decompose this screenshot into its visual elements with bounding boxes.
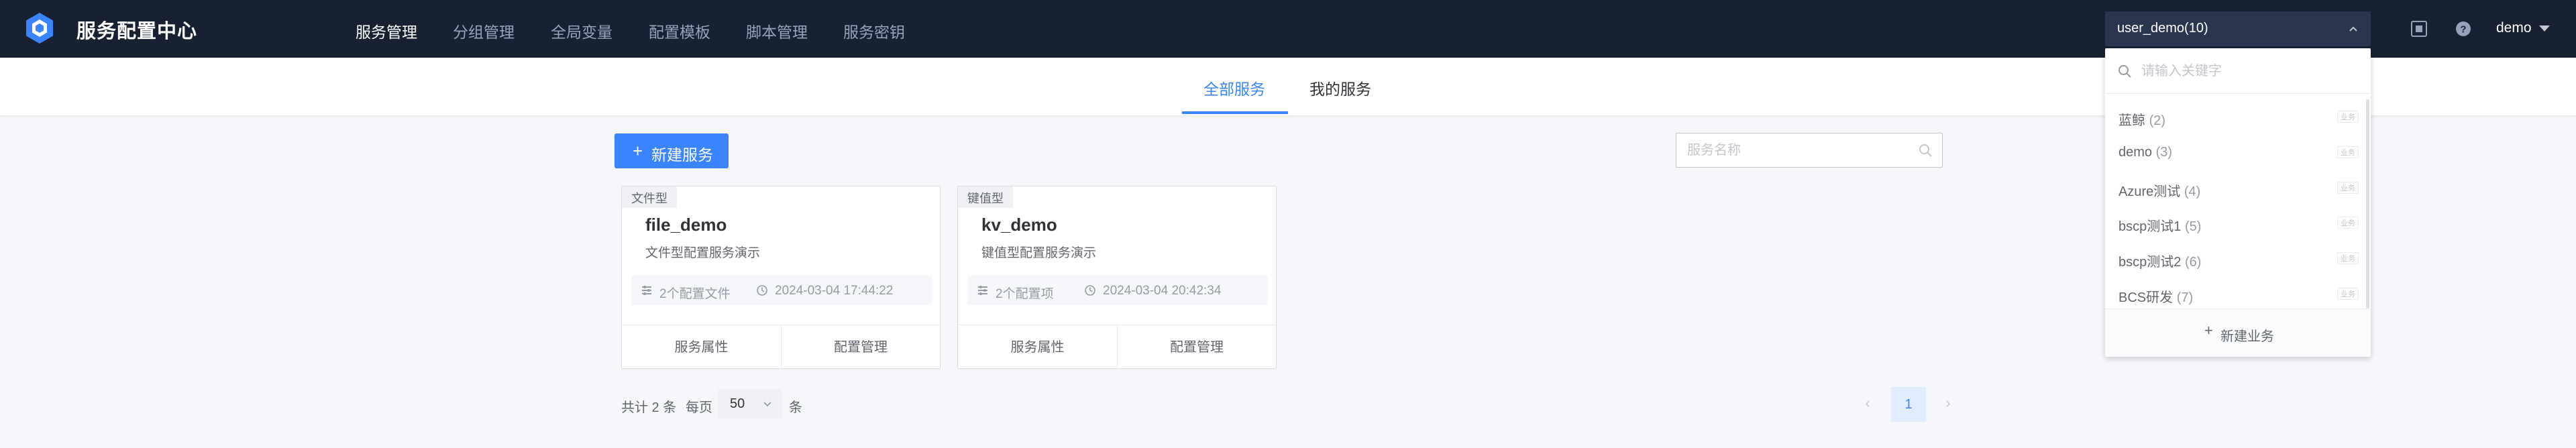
- plus-icon: +: [633, 141, 643, 161]
- tab-all-services[interactable]: 全部服务: [1203, 76, 1265, 99]
- new-service-label: 新建服务: [651, 146, 713, 164]
- document-center-icon[interactable]: [2410, 19, 2428, 38]
- page-number-current[interactable]: 1: [1891, 387, 1926, 422]
- per-page-unit: 条: [789, 400, 802, 415]
- business-badge: 业务: [2337, 288, 2359, 300]
- service-description: 键值型配置服务演示: [981, 246, 1097, 260]
- service-search-input[interactable]: [1687, 142, 1902, 159]
- service-card[interactable]: 文件型 file_demo 文件型配置服务演示 2个配置文件 2024-03-0…: [621, 186, 941, 370]
- business-select[interactable]: user_demo(10): [2105, 11, 2371, 46]
- service-attributes-button[interactable]: 服务属性: [958, 325, 1117, 370]
- business-item[interactable]: bscp测试2 (6) 业务: [2105, 241, 2364, 276]
- search-icon[interactable]: [1918, 143, 1933, 158]
- business-item[interactable]: demo (3) 业务: [2105, 135, 2364, 170]
- card-actions: 服务属性 配置管理: [958, 325, 1276, 370]
- business-count: (6): [2184, 255, 2202, 270]
- business-count: (5): [2184, 219, 2202, 234]
- service-name: kv_demo: [981, 215, 1057, 235]
- service-card[interactable]: 键值型 kv_demo 键值型配置服务演示 2个配置项 2024-03-04 2…: [957, 186, 1277, 370]
- next-page-button[interactable]: ›: [1940, 394, 1956, 414]
- config-list-icon: [978, 286, 987, 295]
- business-item[interactable]: BCS研发 (7) 业务: [2105, 276, 2364, 309]
- business-count: (3): [2155, 145, 2173, 160]
- business-count: (4): [2184, 184, 2201, 199]
- active-tab-indicator: [1182, 111, 1288, 114]
- chevron-up-icon: [2349, 26, 2357, 32]
- nav-item-global-variables[interactable]: 全局变量: [551, 19, 612, 42]
- business-item[interactable]: Azure测试 (4) 业务: [2105, 170, 2364, 205]
- nav-item-group-management[interactable]: 分组管理: [453, 19, 515, 42]
- per-page-value: 50: [730, 396, 745, 411]
- svg-text:?: ?: [2460, 24, 2466, 36]
- new-service-button[interactable]: + 新建服务: [614, 133, 729, 168]
- nav-item-script-management[interactable]: 脚本管理: [746, 19, 808, 42]
- tab-my-services[interactable]: 我的服务: [1309, 76, 1371, 99]
- business-search-input[interactable]: [2141, 62, 2343, 80]
- updated-time: 2024-03-04 17:44:22: [775, 284, 894, 298]
- search-icon: [2118, 65, 2131, 78]
- service-meta: 2个配置项 2024-03-04 20:42:34: [967, 276, 1268, 305]
- updated-time: 2024-03-04 20:42:34: [1103, 284, 1222, 298]
- config-list-icon: [642, 286, 651, 295]
- app-logo-icon: [26, 13, 53, 44]
- business-name: demo: [2118, 145, 2153, 160]
- prev-page-button[interactable]: ‹: [1860, 394, 1876, 414]
- business-select-value: user_demo(10): [2117, 21, 2208, 36]
- business-list-scrollbar[interactable]: [2366, 99, 2369, 309]
- business-name: bscp测试2: [2118, 255, 2182, 270]
- app-title: 服务配置中心: [76, 21, 198, 42]
- service-attributes-button[interactable]: 服务属性: [622, 325, 781, 370]
- chevron-down-icon: [763, 402, 771, 407]
- service-name: file_demo: [645, 215, 727, 235]
- config-management-button[interactable]: 配置管理: [1117, 325, 1276, 370]
- business-dropdown-panel: 蓝鲸 (2) 业务 demo (3) 业务 Azure测试 (4) 业务 bsc…: [2105, 48, 2371, 357]
- pagination-total: 共计 2 条: [621, 400, 677, 415]
- per-page-select[interactable]: 50: [718, 389, 782, 418]
- business-badge: 业务: [2337, 182, 2359, 194]
- config-management-button[interactable]: 配置管理: [781, 325, 940, 370]
- service-meta: 2个配置文件 2024-03-04 17:44:22: [631, 276, 932, 305]
- business-badge: 业务: [2337, 146, 2359, 158]
- business-badge: 业务: [2337, 252, 2359, 264]
- nav-item-config-templates[interactable]: 配置模板: [649, 19, 710, 42]
- clock-icon: [1085, 285, 1095, 296]
- business-name: Azure测试: [2118, 184, 2181, 199]
- user-menu-caret-icon[interactable]: [2539, 25, 2550, 32]
- business-name: 蓝鲸: [2118, 113, 2145, 128]
- business-list: 蓝鲸 (2) 业务 demo (3) 业务 Azure测试 (4) 业务 bsc…: [2105, 94, 2371, 309]
- per-page-label: 每页: [686, 400, 712, 415]
- new-business-label: 新建业务: [2220, 329, 2274, 344]
- new-business-button[interactable]: + 新建业务: [2105, 309, 2371, 357]
- help-icon[interactable]: ?: [2454, 19, 2473, 38]
- config-count: 2个配置文件: [659, 287, 731, 301]
- business-badge: 业务: [2337, 111, 2359, 123]
- plus-icon: +: [2204, 322, 2213, 339]
- config-count: 2个配置项: [996, 287, 1054, 301]
- service-description: 文件型配置服务演示: [645, 246, 761, 260]
- business-name: bscp测试1: [2118, 219, 2182, 234]
- business-item[interactable]: bscp测试1 (5) 业务: [2105, 205, 2364, 240]
- nav-item-service-keys[interactable]: 服务密钥: [843, 19, 905, 42]
- business-count: (2): [2149, 113, 2166, 128]
- nav-item-service-management[interactable]: 服务管理: [356, 19, 417, 42]
- business-item[interactable]: 蓝鲸 (2) 业务: [2105, 99, 2364, 134]
- business-name: BCS研发: [2118, 290, 2174, 305]
- service-type-tag: 键值型: [958, 186, 1013, 208]
- card-actions: 服务属性 配置管理: [622, 325, 940, 370]
- business-count: (7): [2176, 290, 2194, 305]
- clock-icon: [757, 285, 767, 296]
- business-badge: 业务: [2337, 217, 2359, 229]
- service-type-tag: 文件型: [622, 186, 677, 208]
- business-search[interactable]: [2105, 48, 2371, 94]
- service-search-box[interactable]: [1676, 133, 1943, 168]
- user-name[interactable]: demo: [2496, 20, 2532, 36]
